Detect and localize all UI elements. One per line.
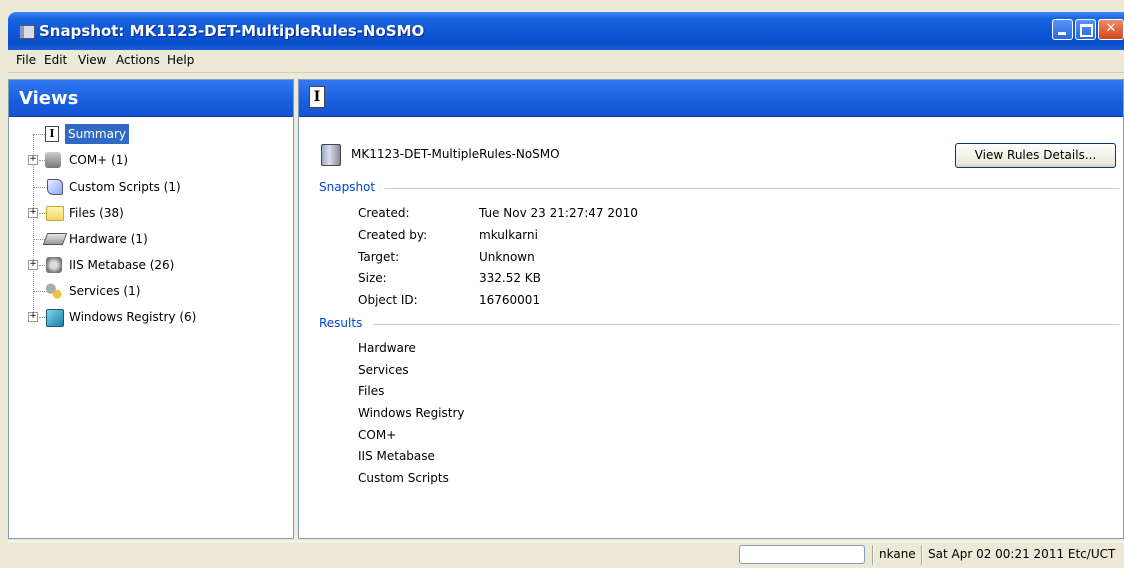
tree-connector — [33, 291, 45, 292]
tree-item-custom-scripts[interactable]: Custom Scripts (1) — [9, 177, 209, 197]
menu-edit[interactable]: Edit — [44, 53, 67, 67]
tree-connector — [33, 239, 45, 240]
status-bar: nkane Sat Apr 02 00:21 2011 Etc/UCT — [8, 541, 1124, 568]
tree-item-services[interactable]: Services (1) — [9, 281, 209, 301]
summary-panel: I MK1123-DET-MultipleRules-NoSMO View Ru… — [298, 79, 1124, 539]
menu-file[interactable]: File — [16, 53, 36, 67]
result-item: COM+ — [358, 428, 397, 442]
tree-label: Windows Registry (6) — [69, 310, 197, 324]
results-section-label: Results — [319, 316, 363, 330]
status-field — [739, 545, 865, 564]
info-icon: I — [45, 126, 59, 142]
registry-icon — [46, 309, 64, 327]
menu-bar: File Edit View Actions Help — [8, 50, 1124, 73]
services-icon — [46, 283, 62, 299]
snapshot-icon — [321, 144, 341, 166]
folder-icon — [46, 206, 64, 221]
title-bar[interactable]: Snapshot: MK1123-DET-MultipleRules-NoSMO… — [8, 12, 1124, 50]
prop-value-object-id: 16760001 — [479, 293, 541, 307]
minimize-button[interactable] — [1052, 19, 1073, 40]
result-item: Hardware — [358, 341, 416, 355]
prop-value-target: Unknown — [479, 250, 535, 264]
view-rules-details-button[interactable]: View Rules Details... — [955, 143, 1116, 168]
tree-connector — [39, 265, 45, 266]
summary-header: I — [299, 80, 1123, 117]
result-item: Services — [358, 363, 409, 377]
result-item: Windows Registry — [358, 406, 465, 420]
hardware-icon — [42, 233, 68, 245]
prop-label-object-id: Object ID: — [358, 293, 418, 307]
script-icon — [47, 179, 63, 195]
info-icon: I — [309, 86, 325, 108]
status-separator — [872, 545, 874, 565]
expand-icon[interactable]: + — [28, 155, 38, 165]
tree-connector — [39, 317, 45, 318]
result-item: Custom Scripts — [358, 471, 449, 485]
tree-label: Custom Scripts (1) — [69, 180, 181, 194]
prop-label-target: Target: — [358, 250, 400, 264]
tree-item-hardware[interactable]: Hardware (1) — [9, 229, 209, 249]
result-item: Files — [358, 384, 385, 398]
prop-value-created-by: mkulkarni — [479, 228, 538, 242]
tree-label: Files (38) — [69, 206, 124, 220]
prop-label-created: Created: — [358, 206, 410, 220]
menu-help[interactable]: Help — [167, 53, 194, 67]
views-header: Views — [9, 80, 293, 117]
prop-value-created: Tue Nov 23 21:27:47 2010 — [479, 206, 638, 220]
tree-connector — [33, 134, 45, 135]
views-panel: Views I Summary + COM+ (1) Custom Script… — [8, 79, 294, 539]
maximize-button[interactable] — [1075, 19, 1096, 40]
tree-label: Services (1) — [69, 284, 141, 298]
result-item: IIS Metabase — [358, 449, 435, 463]
tree-item-com[interactable]: + COM+ (1) — [9, 150, 209, 170]
window-title: Snapshot: MK1123-DET-MultipleRules-NoSMO — [39, 22, 425, 40]
com-icon — [45, 152, 61, 168]
tree-label: COM+ (1) — [69, 153, 129, 167]
tree-label: IIS Metabase (26) — [69, 258, 175, 272]
status-user: nkane — [879, 547, 916, 561]
section-divider — [373, 324, 1119, 325]
app-icon — [19, 25, 35, 39]
tree-item-iis-metabase[interactable]: + IIS Metabase (26) — [9, 255, 209, 275]
prop-label-created-by: Created by: — [358, 228, 428, 242]
tree-item-windows-registry[interactable]: + Windows Registry (6) — [9, 307, 229, 327]
tree-label: Summary — [65, 124, 129, 144]
expand-icon[interactable]: + — [28, 312, 38, 322]
tree-item-summary[interactable]: I Summary — [9, 124, 209, 144]
tree-connector — [39, 213, 45, 214]
views-title: Views — [19, 88, 79, 109]
expand-icon[interactable]: + — [28, 208, 38, 218]
prop-value-size: 332.52 KB — [479, 271, 541, 285]
tree-item-files[interactable]: + Files (38) — [9, 203, 209, 223]
menu-view[interactable]: View — [78, 53, 106, 67]
expand-icon[interactable]: + — [28, 260, 38, 270]
tree-connector — [33, 187, 45, 188]
status-separator — [921, 545, 923, 565]
close-button[interactable]: ✕ — [1098, 19, 1124, 40]
tree-label: Hardware (1) — [69, 232, 148, 246]
menu-actions[interactable]: Actions — [116, 53, 160, 67]
status-timestamp: Sat Apr 02 00:21 2011 Etc/UCT — [928, 547, 1116, 561]
prop-label-size: Size: — [358, 271, 387, 285]
snapshot-name: MK1123-DET-MultipleRules-NoSMO — [351, 147, 560, 161]
section-divider — [385, 188, 1119, 189]
snapshot-section-label: Snapshot — [319, 180, 376, 194]
metabase-icon — [46, 257, 62, 273]
